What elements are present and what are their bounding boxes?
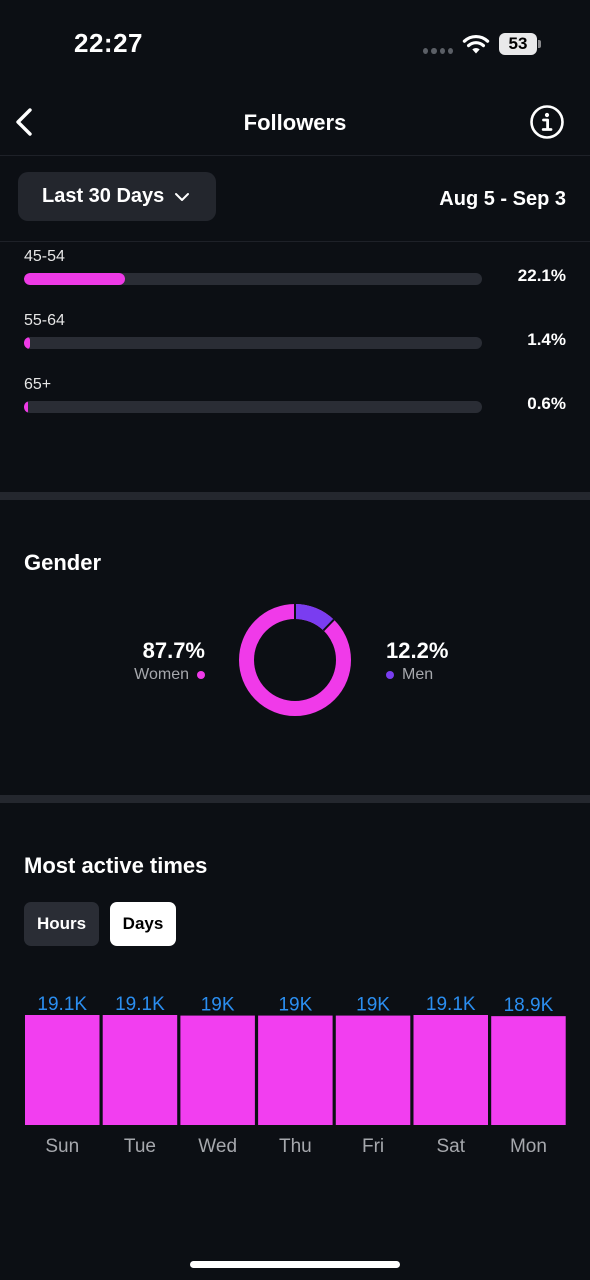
age-label: 45-54 <box>24 248 65 265</box>
day-tick-label: Thu <box>279 1136 312 1157</box>
bar-value-label: 18.9K <box>504 995 554 1016</box>
battery-level: 53 <box>499 33 537 55</box>
day-tick-label: Mon <box>510 1136 547 1157</box>
gender-donut-chart <box>239 604 351 716</box>
day-tick-label: Sat <box>436 1136 465 1157</box>
bar-value-label: 19.1K <box>37 994 87 1015</box>
date-range-text: Aug 5 - Sep 3 <box>439 188 566 210</box>
page-title: Followers <box>243 110 347 135</box>
men-stat: 12.2% Men <box>386 638 448 684</box>
age-bar-fill <box>24 337 31 349</box>
bar-sat <box>413 1015 488 1125</box>
cellular-signal-icon <box>423 48 453 54</box>
bar-thu <box>258 1015 333 1125</box>
men-label: Men <box>402 666 434 683</box>
range-row: Last 30 Days Aug 5 - Sep 3 <box>0 156 590 242</box>
day-tick-label: Tue <box>124 1136 156 1157</box>
day-tick-label: Sun <box>45 1136 79 1157</box>
age-percentage: 0.6% <box>527 394 566 413</box>
bar-value-label: 19K <box>278 995 312 1016</box>
age-bar-fill <box>24 273 126 285</box>
bar-sun <box>25 1015 100 1125</box>
bar-tue <box>102 1015 178 1125</box>
wifi-icon <box>462 34 490 54</box>
tab-days[interactable]: Days <box>110 902 176 946</box>
women-percentage: 87.7% <box>142 638 205 663</box>
status-bar: 22:27 53 <box>0 0 590 90</box>
bar-value-label: 19K <box>356 995 390 1016</box>
age-row: 55-64 1.4% <box>24 306 566 350</box>
gender-section: Gender 87.7% Women 12.2% Men <box>0 500 590 795</box>
age-bar-track <box>24 337 482 349</box>
day-tick-label: Fri <box>362 1136 384 1157</box>
date-range-dropdown[interactable]: Last 30 Days <box>18 172 216 221</box>
bar-value-label: 19.1K <box>426 994 476 1015</box>
bar-value-label: 19K <box>201 995 235 1016</box>
men-legend-dot <box>386 671 394 679</box>
header: Followers <box>0 90 590 156</box>
active-days-bar-chart: 19.1K Sun 19.1K Tue 19K Wed 19K Thu 19K Fri 19.1K S… <box>25 994 566 1157</box>
gender-title: Gender <box>24 550 102 575</box>
bar-mon <box>491 1016 566 1125</box>
status-time: 22:27 <box>74 28 143 58</box>
women-legend-dot <box>197 671 205 679</box>
info-icon[interactable] <box>529 104 565 140</box>
age-label: 55-64 <box>24 312 65 329</box>
bar-fri <box>335 1015 411 1125</box>
home-indicator[interactable] <box>190 1261 400 1268</box>
age-row: 45-54 22.1% <box>24 242 566 286</box>
age-percentage: 1.4% <box>527 330 566 349</box>
women-stat: 87.7% Women <box>134 638 205 684</box>
tab-hours[interactable]: Hours <box>24 902 99 946</box>
bar-wed <box>180 1015 255 1125</box>
age-bar-track <box>24 401 482 413</box>
day-tick-label: Wed <box>198 1136 237 1157</box>
battery-icon: 53 <box>499 33 541 55</box>
women-label: Women <box>134 666 189 683</box>
age-distribution: 45-54 22.1% 55-64 1.4% 65+ 0.6% <box>0 242 590 492</box>
active-times-section: Most active times Hours Days 19.1K Sun 19.… <box>0 803 590 1183</box>
bar-value-label: 19.1K <box>115 994 165 1015</box>
chevron-down-icon <box>175 192 190 201</box>
age-label: 65+ <box>24 376 52 393</box>
age-row: 65+ 0.6% <box>24 370 566 414</box>
age-bar-fill <box>24 401 28 413</box>
section-divider <box>0 795 590 803</box>
age-bar-track <box>24 273 482 285</box>
men-percentage: 12.2% <box>386 638 449 663</box>
section-divider <box>0 492 590 500</box>
date-range-dropdown-label: Last 30 Days <box>42 185 165 207</box>
active-times-title: Most active times <box>24 853 208 878</box>
age-percentage: 22.1% <box>517 266 566 285</box>
